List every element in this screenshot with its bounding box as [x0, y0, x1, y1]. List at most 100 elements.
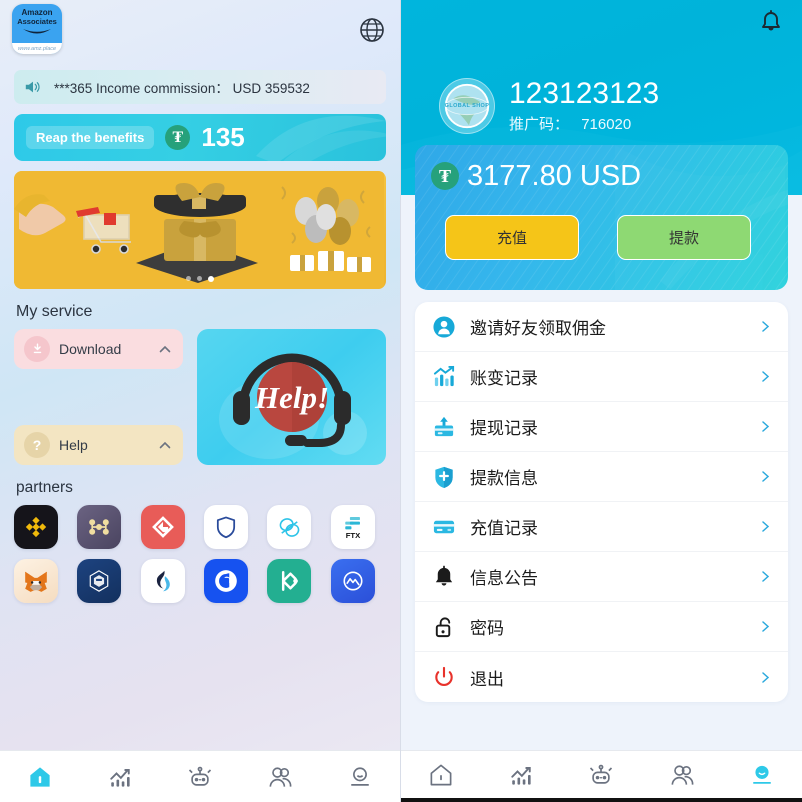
promo-code-value: 716020 — [581, 116, 632, 133]
benefit-decoration — [256, 115, 386, 161]
menu-item-withdrawal-records[interactable]: 提现记录 — [415, 402, 788, 452]
credit-card-icon — [431, 514, 456, 539]
reap-benefits-bar[interactable]: Reap the benefits ₮ 135 — [14, 114, 386, 161]
chevron-right-icon — [762, 371, 770, 382]
nav-chart-icon[interactable] — [94, 757, 146, 797]
help-label: Help — [59, 437, 88, 453]
carousel-dots[interactable] — [14, 276, 386, 282]
help-support-card[interactable]: Help! — [196, 329, 386, 465]
amazon-smile-icon — [23, 29, 51, 34]
benefit-amount: 135 — [201, 122, 245, 152]
usdt-icon: ₮ — [431, 162, 459, 190]
nav-home-icon[interactable] — [14, 757, 66, 797]
balance-card: ₮ 3177.80 USD 充值 提款 — [415, 145, 788, 290]
huobi-icon[interactable] — [140, 559, 185, 603]
menu-item-recharge-records[interactable]: 充值记录 — [415, 502, 788, 552]
bell-icon[interactable] — [756, 8, 786, 38]
amazon-associates-logo[interactable]: Amazon Associates www.amz.place — [12, 4, 62, 54]
balance-amount: 3177.80 USD — [467, 160, 642, 192]
chevron-right-icon — [762, 671, 770, 683]
shield-wallet-icon[interactable] — [203, 505, 248, 549]
usdt-icon: ₮ — [165, 125, 191, 150]
metamask-icon[interactable] — [14, 559, 58, 603]
chevron-right-icon — [762, 571, 770, 582]
coinmarketcap-icon[interactable] — [330, 559, 375, 603]
withdraw-button[interactable]: 提款 — [617, 215, 751, 260]
nav-users-icon[interactable] — [656, 755, 708, 795]
question-mark-icon: ? — [24, 432, 50, 458]
recharge-button[interactable]: 充值 — [445, 215, 579, 260]
left-panel-home: Amazon Associates www.amz.place ***365 I… — [0, 0, 401, 802]
menu-item-logout[interactable]: 退出 — [415, 652, 788, 702]
kucoin-icon[interactable] — [267, 559, 312, 603]
global-shop-globe-icon[interactable]: GLOBAL SHOP — [439, 78, 495, 134]
menu-label: 邀请好友领取佣金 — [470, 319, 606, 338]
chevron-right-icon — [762, 471, 770, 482]
ftx-icon[interactable]: FTX — [330, 505, 375, 549]
nodes-icon[interactable] — [77, 505, 122, 549]
menu-item-withdrawal-info[interactable]: 提款信息 — [415, 452, 788, 502]
balance-actions: 充值 提款 — [415, 191, 788, 260]
menu-label: 账变记录 — [470, 369, 538, 388]
nav-robot-icon[interactable] — [575, 755, 627, 795]
bell-filled-icon — [431, 564, 456, 589]
carousel-dot[interactable] — [186, 276, 191, 281]
menu-item-announcements[interactable]: 信息公告 — [415, 552, 788, 602]
download-icon — [24, 336, 50, 362]
user-identity-block: GLOBAL SHOP 123123123 推广码： 716020 — [439, 78, 659, 134]
banner-artwork — [14, 171, 384, 289]
carousel-dot-active[interactable] — [208, 276, 214, 282]
shield-plus-icon — [431, 464, 456, 489]
nav-profile-icon[interactable] — [736, 755, 788, 795]
help-card-button[interactable]: ? Help — [14, 425, 183, 465]
gate-io-icon[interactable] — [140, 505, 185, 549]
card-upload-icon — [431, 414, 456, 439]
notice-text: ***365 Income commission： USD 359532 — [54, 81, 310, 96]
uniswap-icon[interactable] — [267, 505, 312, 549]
income-notice-bar[interactable]: ***365 Income commission： USD 359532 — [14, 70, 386, 104]
nav-users-icon[interactable] — [254, 757, 306, 797]
user-text-block: 123123123 推广码： 716020 — [509, 78, 659, 134]
svg-text:Help!: Help! — [254, 380, 329, 415]
chevron-right-icon — [762, 621, 770, 632]
avatar-label: GLOBAL SHOP — [444, 103, 490, 109]
chevron-right-icon — [762, 521, 770, 532]
binance-icon[interactable] — [14, 505, 58, 549]
service-row: Download ? Help Help! — [0, 321, 400, 465]
my-service-title: My service — [16, 303, 93, 320]
nav-chart-icon[interactable] — [495, 755, 547, 795]
chart-bars-icon — [431, 364, 456, 389]
menu-label: 信息公告 — [470, 569, 538, 588]
menu-item-invite-friends[interactable]: 邀请好友领取佣金 — [415, 302, 788, 352]
nav-profile-icon[interactable] — [334, 757, 386, 797]
nav-robot-icon[interactable] — [174, 757, 226, 797]
partners-title: partners — [16, 479, 73, 496]
right-panel-spacer — [401, 702, 802, 750]
download-label: Download — [59, 341, 122, 357]
crypto-com-icon[interactable] — [77, 559, 122, 603]
nav-home-icon[interactable] — [415, 755, 467, 795]
speaker-icon — [25, 81, 40, 93]
user-circle-icon — [431, 314, 456, 339]
lock-open-icon — [431, 614, 456, 639]
svg-text:FTX: FTX — [345, 531, 360, 540]
menu-label: 退出 — [470, 669, 504, 689]
coinbase-icon[interactable] — [203, 559, 248, 603]
carousel-dot[interactable] — [197, 276, 202, 281]
partners-grid: FTX — [0, 497, 400, 603]
menu-label: 密码 — [470, 619, 504, 638]
menu-item-account-records[interactable]: 账变记录 — [415, 352, 788, 402]
headset-support-icon: Help! — [218, 353, 367, 459]
globe-icon[interactable] — [356, 14, 388, 46]
promo-code-label: 推广码： — [509, 116, 570, 133]
balance-row: ₮ 3177.80 USD — [415, 145, 788, 191]
chevron-up-icon — [159, 441, 170, 449]
menu-item-password[interactable]: 密码 — [415, 602, 788, 652]
service-buttons-column: Download ? Help — [14, 329, 183, 465]
chevron-up-icon — [159, 345, 170, 353]
benefit-label: Reap the benefits — [26, 126, 155, 149]
download-card[interactable]: Download — [14, 329, 183, 369]
username: 123123123 — [509, 77, 660, 110]
dual-panel-screenshot: Amazon Associates www.amz.place ***365 I… — [0, 0, 802, 802]
promo-banner-carousel[interactable] — [14, 171, 386, 289]
